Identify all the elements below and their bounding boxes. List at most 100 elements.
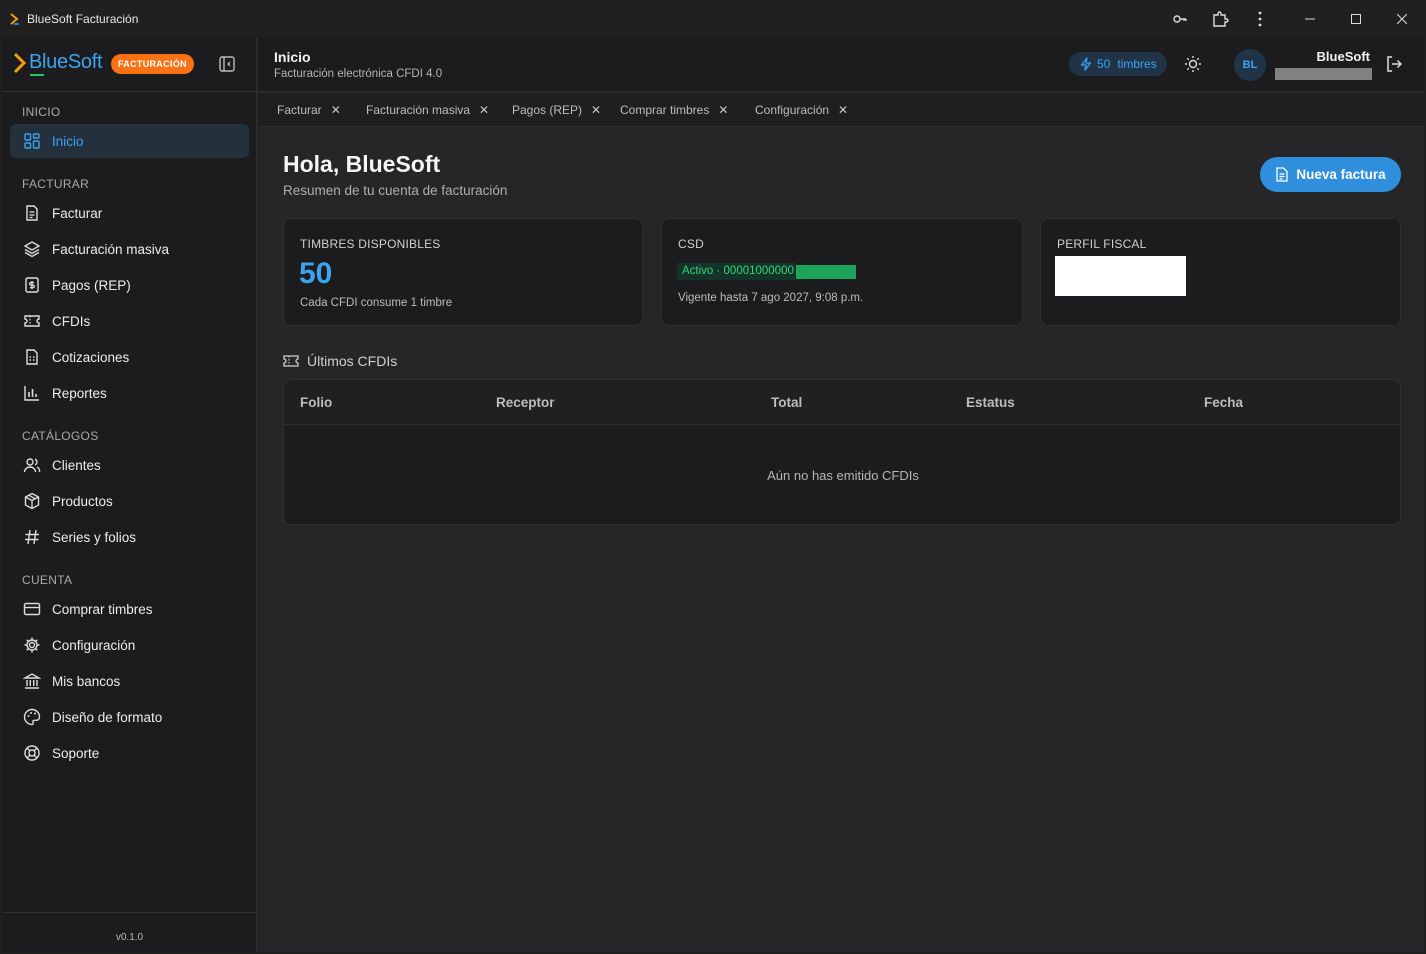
users-icon: [23, 458, 41, 473]
sidebar-item-label: CFDIs: [52, 314, 91, 329]
sidebar-item-label: Clientes: [52, 458, 101, 473]
stamps-value: 50: [299, 257, 333, 290]
more-button[interactable]: [1246, 6, 1274, 32]
sidebar-item-label: Cotizaciones: [52, 350, 130, 365]
tab-close-icon[interactable]: ✕: [718, 103, 728, 117]
sidebar-item-label: Soporte: [52, 746, 100, 761]
sidebar-item-comprar-timbres[interactable]: Comprar timbres: [10, 592, 249, 626]
brand-name: BlueSoft: [29, 51, 103, 73]
close-button[interactable]: [1379, 0, 1425, 38]
stamps-pill[interactable]: 50 timbres: [1069, 52, 1167, 76]
tab-facturacion-masiva[interactable]: Facturación masiva ✕: [366, 93, 489, 127]
bar-chart-icon: [24, 386, 39, 401]
user-name: BlueSoft: [1316, 49, 1370, 64]
section-catalogos: CATÁLOGOS: [22, 429, 99, 443]
more-vertical-icon: [1258, 11, 1262, 27]
sidebar-item-configuracion[interactable]: Configuración: [10, 628, 249, 662]
sidebar-item-label: Inicio: [52, 134, 84, 149]
sidebar-item-label: Productos: [52, 494, 113, 509]
section-inicio: INICIO: [22, 105, 61, 119]
column-folio[interactable]: Folio: [300, 395, 332, 410]
lightning-icon: [1080, 57, 1092, 71]
document-icon: [1276, 167, 1288, 182]
new-invoice-label: Nueva factura: [1296, 167, 1386, 182]
logout-icon[interactable]: [1384, 54, 1404, 74]
tab-close-icon[interactable]: ✕: [838, 103, 848, 117]
ticket-icon: [283, 355, 299, 367]
card-title: CSD: [678, 237, 704, 251]
app-version: v0.1.0: [115, 932, 144, 943]
sidebar-item-facturar[interactable]: Facturar: [10, 196, 249, 230]
package-icon: [24, 492, 40, 510]
sidebar-item-mis-bancos[interactable]: Mis bancos: [10, 664, 249, 698]
sidebar-footer: v0.1.0: [2, 912, 257, 952]
sidebar-item-facturacion-masiva[interactable]: Facturación masiva: [10, 232, 249, 266]
brand: BlueSoft FACTURACIÓN: [2, 38, 257, 92]
sidebar-item-soporte[interactable]: Soporte: [10, 736, 249, 770]
brand-badge: FACTURACIÓN: [111, 54, 194, 74]
latest-cfdis-title: Últimos CFDIs: [307, 353, 398, 369]
window-title: BlueSoft Facturación: [27, 12, 139, 26]
tab-close-icon[interactable]: ✕: [331, 103, 341, 117]
column-total[interactable]: Total: [771, 395, 802, 410]
lifebuoy-icon: [24, 745, 40, 761]
stamps-label: timbres: [1117, 57, 1157, 71]
sidebar-item-label: Configuración: [52, 638, 136, 653]
sidebar-item-cfdis[interactable]: CFDIs: [10, 304, 249, 338]
header: Inicio Facturación electrónica CFDI 4.0 …: [258, 38, 1424, 92]
sidebar-item-label: Series y folios: [52, 530, 137, 545]
palette-icon: [23, 708, 41, 726]
avatar[interactable]: BL: [1234, 49, 1266, 81]
ticket-icon: [24, 315, 40, 327]
dollar-document-icon: [25, 277, 39, 293]
page-title: Inicio: [274, 49, 311, 65]
extensions-button[interactable]: [1206, 6, 1234, 32]
app-window: BlueSoft FACTURACIÓN INICIO Inicio FACTU…: [2, 38, 1424, 952]
column-estatus[interactable]: Estatus: [966, 395, 1015, 410]
app-chevron-icon: [10, 13, 19, 25]
sidebar-item-clientes[interactable]: Clientes: [10, 448, 249, 482]
key-button[interactable]: [1166, 6, 1194, 32]
brand-underline: [30, 74, 44, 76]
hash-icon: [25, 529, 39, 545]
tab-label: Comprar timbres: [620, 103, 710, 117]
sidebar-item-pagos[interactable]: Pagos (REP): [10, 268, 249, 302]
sidebar-item-series-folios[interactable]: Series y folios: [10, 520, 249, 554]
csd-card: CSD Activo · 00001000000 Vigente hasta 7…: [661, 218, 1023, 326]
stamps-card: TIMBRES DISPONIBLES 50 Cada CFDI consume…: [283, 218, 643, 326]
new-invoice-button[interactable]: Nueva factura: [1260, 157, 1401, 192]
card-title: PERFIL FISCAL: [1057, 237, 1147, 251]
column-fecha[interactable]: Fecha: [1204, 395, 1243, 410]
sidebar-item-cotizaciones[interactable]: Cotizaciones: [10, 340, 249, 374]
sidebar-item-reportes[interactable]: Reportes: [10, 376, 249, 410]
tab-pagos[interactable]: Pagos (REP) ✕: [512, 93, 601, 127]
layers-icon: [23, 241, 41, 258]
gear-icon: [24, 637, 40, 653]
sidebar-item-label: Facturar: [52, 206, 103, 221]
minimize-button[interactable]: [1287, 0, 1333, 38]
minimize-icon: [1305, 18, 1315, 20]
tab-bar: Facturar ✕ Facturación masiva ✕ Pagos (REP…: [258, 93, 1424, 127]
sidebar-item-inicio[interactable]: Inicio: [10, 124, 249, 158]
tab-comprar-timbres[interactable]: Comprar timbres ✕: [620, 93, 728, 127]
theme-toggle-icon[interactable]: [1183, 54, 1203, 74]
maximize-button[interactable]: [1333, 0, 1379, 38]
column-receptor[interactable]: Receptor: [496, 395, 555, 410]
key-icon: [1173, 15, 1187, 23]
tab-label: Configuración: [755, 103, 830, 117]
cfdis-table: Folio Receptor Total Estatus Fecha Aún n…: [283, 379, 1401, 525]
tab-facturar[interactable]: Facturar ✕: [277, 93, 341, 127]
fiscal-profile-card: PERFIL FISCAL: [1040, 218, 1401, 326]
csd-redacted: [795, 264, 856, 279]
sidebar-item-label: Mis bancos: [52, 674, 121, 689]
empty-state: Aún no has emitido CFDIs: [767, 468, 919, 483]
sidebar-collapse-icon[interactable]: [217, 54, 237, 74]
tab-close-icon[interactable]: ✕: [591, 103, 601, 117]
csd-validity: Vigente hasta 7 ago 2027, 9:08 p.m.: [678, 292, 864, 304]
sidebar-item-diseno-formato[interactable]: Diseño de formato: [10, 700, 249, 734]
tab-configuracion[interactable]: Configuración ✕: [755, 93, 848, 127]
stamps-count: 50: [1097, 57, 1111, 71]
sidebar-item-label: Pagos (REP): [52, 278, 131, 293]
tab-close-icon[interactable]: ✕: [479, 103, 489, 117]
sidebar-item-productos[interactable]: Productos: [10, 484, 249, 518]
